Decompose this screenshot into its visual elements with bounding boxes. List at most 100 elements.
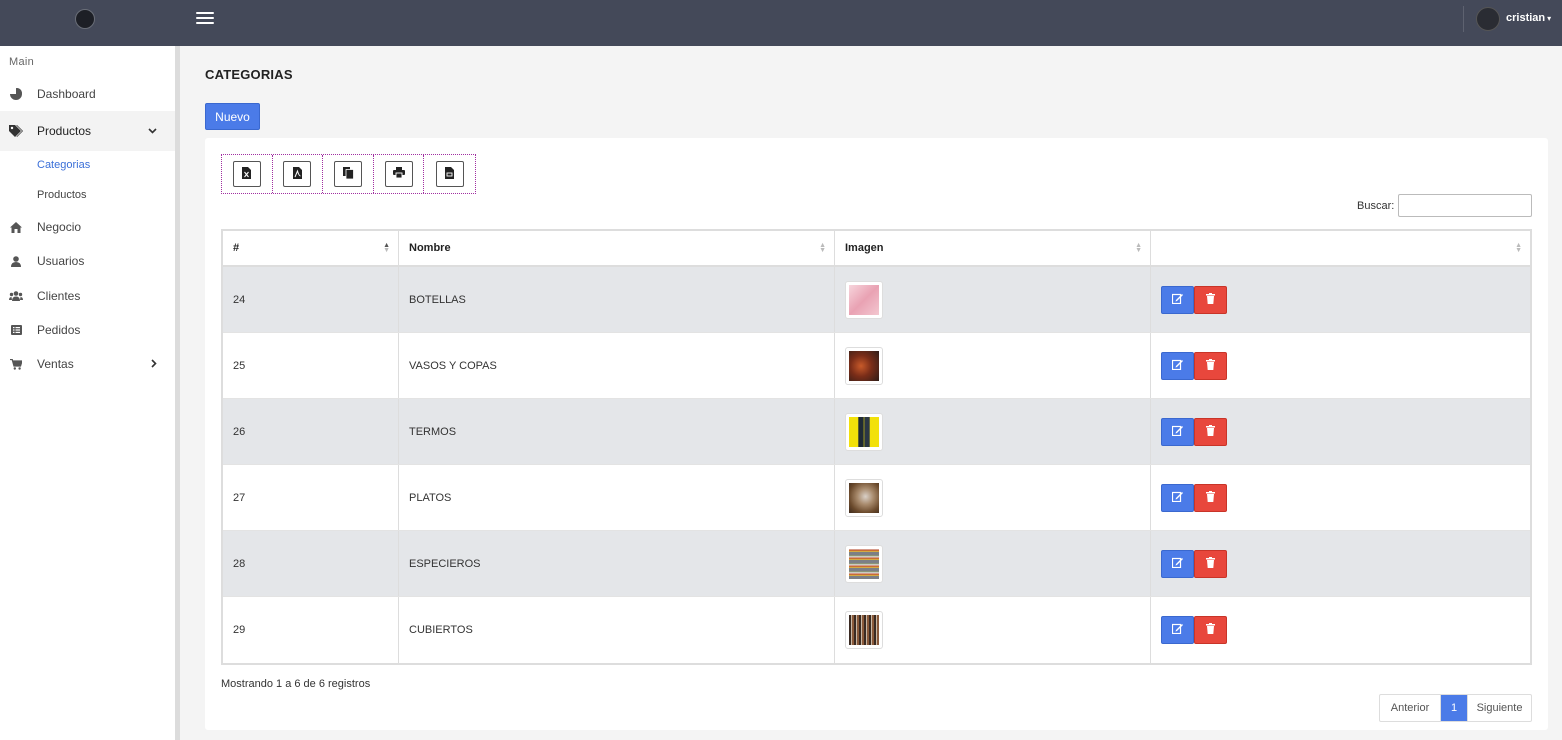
chevron-down-icon: ▾ xyxy=(1547,14,1552,23)
copy-icon xyxy=(342,166,354,182)
sidebar-item-clientes[interactable]: Clientes xyxy=(0,279,175,313)
user-name: cristian xyxy=(1506,12,1546,24)
column-header-id[interactable]: # ▲ ▼ xyxy=(223,231,399,265)
cell-image xyxy=(835,399,1151,464)
sidebar-item-label: Usuarios xyxy=(37,254,85,268)
column-header-label: Nombre xyxy=(409,242,451,254)
cell-name: PLATOS xyxy=(399,465,835,530)
export-pdf-button[interactable] xyxy=(283,161,312,187)
new-button[interactable]: Nuevo xyxy=(205,103,260,130)
sidebar-scrollbar[interactable] xyxy=(175,46,180,740)
edit-button[interactable] xyxy=(1161,483,1194,512)
edit-button[interactable] xyxy=(1161,616,1194,644)
cell-name: TERMOS xyxy=(399,399,835,464)
category-thumbnail[interactable] xyxy=(845,280,883,319)
export-toolbar xyxy=(221,154,476,194)
cell-id: 27 xyxy=(223,465,399,530)
delete-button[interactable] xyxy=(1194,549,1227,578)
table-header-row: # ▲ ▼ Nombre ▲ ▼ Imagen ▲ ▼ ▲ ▼ xyxy=(223,231,1530,267)
delete-button[interactable] xyxy=(1194,483,1227,512)
column-header-label: # xyxy=(233,242,240,254)
sidebar-item-ventas[interactable]: Ventas xyxy=(0,347,175,381)
sidebar-item-label: Negocio xyxy=(37,220,82,234)
edit-button[interactable] xyxy=(1161,549,1194,578)
pagination: Anterior 1 Siguiente xyxy=(1379,694,1532,722)
delete-button[interactable] xyxy=(1194,417,1227,446)
cell-image xyxy=(835,531,1151,596)
export-print-button[interactable] xyxy=(384,161,413,187)
category-thumbnail[interactable] xyxy=(845,478,883,517)
search-label: Buscar: xyxy=(1357,200,1395,212)
table-row: 29 CUBIERTOS xyxy=(223,597,1530,663)
delete-button[interactable] xyxy=(1194,616,1227,644)
sidebar-item-negocio[interactable]: Negocio xyxy=(0,210,175,244)
pagination-previous[interactable]: Anterior xyxy=(1380,695,1441,721)
sidebar-item-productos[interactable]: Productos xyxy=(0,111,175,151)
cell-actions xyxy=(1151,597,1530,663)
brand-logo[interactable] xyxy=(75,9,95,29)
cell-id: 28 xyxy=(223,531,399,596)
edit-icon xyxy=(1171,491,1183,505)
category-thumbnail[interactable] xyxy=(845,611,883,649)
table-row: 27 PLATOS xyxy=(223,465,1530,531)
sidebar-subitem-productos[interactable]: Productos xyxy=(37,189,87,201)
user-icon xyxy=(9,254,23,268)
categories-table: # ▲ ▼ Nombre ▲ ▼ Imagen ▲ ▼ ▲ ▼ 24 BOTELLAS 25 … xyxy=(221,229,1532,665)
edit-button[interactable] xyxy=(1161,351,1194,380)
sidebar-section-label: Main xyxy=(9,56,35,68)
category-thumbnail[interactable] xyxy=(845,346,883,385)
trash-icon xyxy=(1206,490,1215,505)
sidebar-subitem-categorias[interactable]: Categorias xyxy=(37,159,90,171)
trash-icon xyxy=(1206,424,1215,439)
navbar-divider xyxy=(1463,6,1464,32)
export-csv-button[interactable] xyxy=(435,161,464,187)
sidebar-item-pedidos[interactable]: Pedidos xyxy=(0,313,175,347)
chevron-right-icon xyxy=(151,358,157,370)
table-row: 25 VASOS Y COPAS xyxy=(223,333,1530,399)
users-icon xyxy=(9,289,23,303)
sort-icon: ▲ ▼ xyxy=(1135,242,1142,254)
cell-actions xyxy=(1151,399,1530,464)
trash-icon xyxy=(1206,358,1215,373)
table-row: 28 ESPECIEROS xyxy=(223,531,1530,597)
cell-name: BOTELLAS xyxy=(399,267,835,332)
user-menu[interactable]: cristian ▾ xyxy=(1506,12,1551,24)
edit-button[interactable] xyxy=(1161,285,1194,314)
category-thumbnail[interactable] xyxy=(845,412,883,451)
delete-button[interactable] xyxy=(1194,351,1227,380)
cell-id: 24 xyxy=(223,267,399,332)
user-avatar[interactable] xyxy=(1476,7,1500,31)
sidebar-item-dashboard[interactable]: Dashboard xyxy=(0,77,175,111)
category-thumbnail[interactable] xyxy=(845,544,883,583)
column-header-actions[interactable]: ▲ ▼ xyxy=(1151,231,1530,265)
column-header-label: Imagen xyxy=(845,242,884,254)
column-header-nombre[interactable]: Nombre ▲ ▼ xyxy=(399,231,835,265)
sidebar-item-usuarios[interactable]: Usuarios xyxy=(0,244,175,278)
table-info: Mostrando 1 a 6 de 6 registros xyxy=(221,678,371,690)
edit-button[interactable] xyxy=(1161,417,1194,446)
chart-pie-icon xyxy=(9,87,23,101)
cell-actions xyxy=(1151,531,1530,596)
top-navbar: cristian ▾ xyxy=(0,0,1562,46)
cell-name: VASOS Y COPAS xyxy=(399,333,835,398)
menu-toggle-icon[interactable] xyxy=(196,12,214,26)
pagination-page-1[interactable]: 1 xyxy=(1441,695,1467,721)
sidebar-item-label: Dashboard xyxy=(37,87,96,101)
pagination-next[interactable]: Siguiente xyxy=(1467,695,1531,721)
sort-asc-icon: ▲ ▼ xyxy=(383,242,390,254)
delete-button[interactable] xyxy=(1194,285,1227,314)
export-button-wrap xyxy=(424,155,475,193)
excel-file-icon xyxy=(242,166,252,182)
export-button-wrap xyxy=(222,155,273,193)
list-icon xyxy=(9,323,23,337)
sidebar-item-label: Pedidos xyxy=(37,323,81,337)
export-copy-button[interactable] xyxy=(334,161,363,187)
page-title: CATEGORIAS xyxy=(205,67,293,82)
export-excel-button[interactable] xyxy=(232,161,261,187)
search-input[interactable] xyxy=(1398,194,1532,217)
column-header-imagen[interactable]: Imagen ▲ ▼ xyxy=(835,231,1151,265)
sidebar-item-label: Ventas xyxy=(37,357,74,371)
export-button-wrap xyxy=(374,155,425,193)
edit-icon xyxy=(1171,557,1183,571)
edit-icon xyxy=(1171,623,1183,637)
